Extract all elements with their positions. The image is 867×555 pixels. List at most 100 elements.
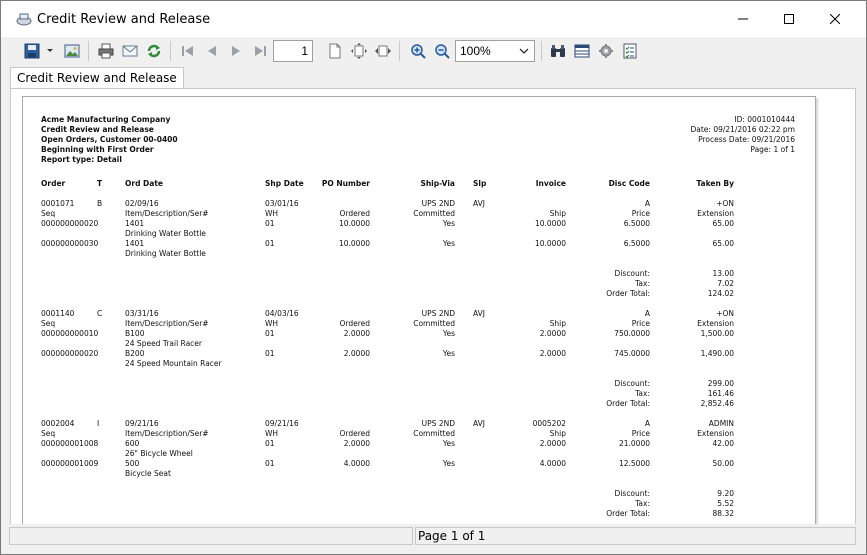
line-extension: 42.00 [712,439,734,448]
save-icon [24,43,40,59]
zoom-in-button[interactable] [407,40,429,62]
next-page-button[interactable] [225,40,247,62]
report-viewer-window: Credit Review and Release 1 100% Credit … [0,0,867,555]
line-price: 21.0000 [618,439,650,448]
last-page-button[interactable] [249,40,271,62]
ship-via: UPS 2ND [421,419,455,428]
line-description: 24 Speed Trail Racer [125,339,202,348]
tab-credit-review[interactable]: Credit Review and Release [10,67,184,89]
salesperson: AVJ [473,199,485,208]
zoom-value: 100% [460,44,491,58]
line-item: 1401 [125,239,145,248]
save-button[interactable] [21,40,43,62]
minimize-button[interactable] [720,1,766,37]
col-shp-date: Shp Date [265,179,304,188]
find-button[interactable] [547,40,569,62]
invoice-number: 0005202 [532,419,566,428]
report-header-right-line: Date: 09/21/2016 02:22 pm [690,125,795,134]
col-disc-code: Disc Code [608,179,650,188]
line-seq: 000000001009 [41,459,99,468]
settings-button[interactable] [595,40,617,62]
report-header-left-line: Report type: Detail [41,155,122,164]
refresh-icon [147,44,161,58]
line-ordered: 10.0000 [338,219,370,228]
label-tax: Tax: [635,499,650,508]
line-ship: 10.0000 [534,239,566,248]
status-page-info: Page 1 of 1 [415,527,856,545]
line-price: 6.5000 [623,239,650,248]
report-header-right-line: Page: 1 of 1 [750,145,795,154]
email-button[interactable] [119,40,141,62]
line-ordered: 2.0000 [343,349,370,358]
taken-by: +ON [716,309,734,318]
sub-label-committed: Committed [413,209,455,218]
taken-by: ADMIN [708,419,734,428]
page-number-input[interactable]: 1 [273,40,313,62]
page-setup-button[interactable] [571,40,593,62]
line-item: 600 [125,439,140,448]
print-button[interactable] [95,40,117,62]
sub-label-price: Price [631,209,650,218]
zoom-out-button[interactable] [431,40,453,62]
line-item: 500 [125,459,140,468]
sub-label-extension: Extension [697,209,734,218]
close-button[interactable] [812,1,858,37]
report-header-left-line: Acme Manufacturing Company [41,115,171,124]
ship-via: UPS 2ND [421,199,455,208]
col-slp: Slp [473,179,487,188]
export-image-button[interactable] [61,40,83,62]
sub-label-ordered: Ordered [339,209,370,218]
fit-width-button[interactable] [372,40,394,62]
order-discount: 13.00 [712,269,734,278]
line-ship: 4.0000 [539,459,566,468]
sub-label-committed: Committed [413,319,455,328]
sub-label-price: Price [631,429,650,438]
salesperson: AVJ [473,419,485,428]
previous-page-button[interactable] [201,40,223,62]
sub-label-ship: Ship [549,319,566,328]
fit-page-icon [351,43,367,59]
line-price: 750.0000 [614,329,650,338]
order-total: 124.02 [707,289,734,298]
report-header-right-line: Process Date: 09/21/2016 [698,135,795,144]
sub-label-item: Item/Description/Ser# [125,319,209,328]
line-committed: Yes [442,459,455,468]
fit-page-button[interactable] [348,40,370,62]
close-icon [830,14,840,24]
line-extension: 1,500.00 [700,329,734,338]
refresh-button[interactable] [143,40,165,62]
line-committed: Yes [442,329,455,338]
parameters-button[interactable] [619,40,641,62]
single-page-button[interactable] [324,40,346,62]
line-item: 1401 [125,219,145,228]
col-ship-via: Ship-Via [420,179,455,188]
report-viewer: Acme Manufacturing Company Credit Review … [10,89,856,536]
maximize-icon [784,14,794,24]
label-order-total: Order Total: [606,399,650,408]
line-warehouse: 01 [265,439,275,448]
status-bar: Page 1 of 1 [1,524,866,554]
line-seq: 000000000010 [41,329,99,338]
save-dropdown-button[interactable] [43,40,57,62]
line-item: B100 [125,329,145,338]
order-type: C [97,309,103,318]
status-cell-left [9,527,413,545]
order-number: 0002004 [41,419,75,428]
sub-label-ordered: Ordered [339,319,370,328]
line-seq: 000000000030 [41,239,99,248]
order-discount: 9.20 [717,489,734,498]
checklist-icon [623,43,637,59]
line-committed: Yes [442,439,455,448]
ship-date: 04/03/16 [265,309,299,318]
fit-width-icon [375,45,391,57]
ship-via: UPS 2ND [421,309,455,318]
zoom-select[interactable]: 100% [455,40,535,62]
sub-label-item: Item/Description/Ser# [125,429,209,438]
maximize-button[interactable] [766,1,812,37]
order-tax: 161.46 [707,389,734,398]
label-tax: Tax: [635,279,650,288]
order-tax: 7.02 [717,279,734,288]
first-page-button[interactable] [177,40,199,62]
caret-down-icon [47,49,53,52]
col-taken-by: Taken By [696,179,734,188]
